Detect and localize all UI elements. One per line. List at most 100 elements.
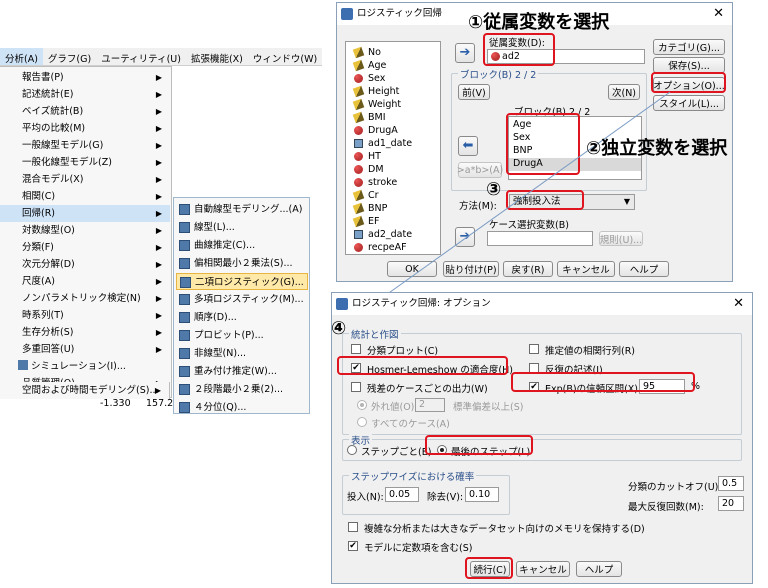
chevron-right-icon: ▶ <box>156 137 162 154</box>
menu-utilities[interactable]: ユーティリティ(U) <box>96 48 186 65</box>
max-iter-label: 最大反復回数(M): <box>628 499 704 513</box>
outliers-suffix: 標準偏差以上(S) <box>453 399 523 413</box>
menu-item-linear[interactable]: 線型(L)... <box>176 219 308 236</box>
menu-item-quantile[interactable]: ４分位(Q)... <box>176 399 308 416</box>
memory-label: 複雑な分析または大きなデータセット向けのメモリを保持する(D) <box>364 521 645 535</box>
cutoff-input[interactable]: 0.5 <box>718 476 744 491</box>
nominal-variable-icon <box>354 243 363 252</box>
menu-item-ordinal[interactable]: 順序(D)... <box>176 309 308 326</box>
nominal-variable-icon <box>354 74 363 83</box>
menu-item-multinomial[interactable]: 多項ロジスティック(M)... <box>176 291 308 308</box>
chevron-right-icon: ▶ <box>156 273 162 290</box>
scatter-icon <box>179 222 190 233</box>
pls-icon <box>179 258 190 269</box>
scale-variable-icon <box>353 99 365 111</box>
outliers-input[interactable]: 2 <box>415 398 445 412</box>
list-item[interactable]: EF <box>354 215 379 228</box>
chevron-right-icon: ▶ <box>156 188 162 205</box>
list-item[interactable]: Age <box>354 59 386 72</box>
chevron-right-icon: ▶ <box>156 324 162 341</box>
menu-item-curve[interactable]: 曲線推定(C)... <box>176 237 308 254</box>
menu-item-loglinear[interactable]: 対数線型(O)▶ <box>0 222 170 239</box>
menu-item-correlate[interactable]: 相関(C)▶ <box>0 188 170 205</box>
classification-plot-label: 分類プロット(C) <box>367 343 438 357</box>
help-button[interactable]: ヘルプ <box>576 561 622 577</box>
save-button[interactable]: 保存(S)... <box>653 57 725 73</box>
max-iter-input[interactable]: 20 <box>718 496 744 511</box>
two-stage-icon <box>179 384 190 395</box>
menu-item-genlin[interactable]: 一般化線型モデル(Z)▶ <box>0 154 170 171</box>
correlations-checkbox[interactable] <box>529 344 539 354</box>
menu-item-nonparametric[interactable]: ノンパラメトリック検定(N)▶ <box>0 290 170 307</box>
menu-item-scale[interactable]: 尺度(A)▶ <box>0 273 170 290</box>
scale-variable-icon <box>353 112 365 124</box>
menu-item-survival[interactable]: 生存分析(S)▶ <box>0 324 170 341</box>
classification-plot-checkbox[interactable] <box>351 344 361 354</box>
highlight-dependent <box>483 33 555 66</box>
simulation-icon <box>18 360 28 370</box>
menu-item-pls[interactable]: 偏相関最小２乗法(S)... <box>176 255 308 272</box>
chevron-right-icon: ▶ <box>156 69 162 86</box>
all-cases-label: すべてのケース(A) <box>371 416 450 430</box>
menu-item-glm[interactable]: 一般線型モデル(G)▶ <box>0 137 170 154</box>
menu-item-auto-linear[interactable]: 自動線型モデリング...(A) <box>176 201 308 218</box>
move-dependent-button[interactable]: ➔ <box>455 43 475 63</box>
correlations-label: 推定値の相関行列(R) <box>545 343 635 357</box>
cutoff-label: 分類のカットオフ(U): <box>628 479 722 493</box>
close-icon[interactable]: ✕ <box>733 293 744 315</box>
menu-item-binary-logistic[interactable]: 二項ロジスティック(G)... <box>176 273 308 290</box>
spss-app-icon <box>336 298 348 310</box>
chevron-right-icon: ▶ <box>156 239 162 256</box>
menu-item-regression[interactable]: 回帰(R)▶ <box>0 205 170 222</box>
menu-window[interactable]: ウィンドウ(W) <box>248 48 322 65</box>
list-item[interactable]: Cr <box>354 189 379 202</box>
list-item[interactable]: Sex <box>354 72 385 85</box>
outliers-radio[interactable] <box>357 400 367 410</box>
each-step-radio[interactable] <box>347 445 357 455</box>
menu-item-probit[interactable]: プロビット(P)... <box>176 327 308 344</box>
nominal-variable-icon <box>354 165 363 174</box>
menu-analyze[interactable]: 分析(A) <box>0 48 43 65</box>
menu-item-simulation[interactable]: シミュレーション(I)... <box>0 358 170 375</box>
menu-item-classify[interactable]: 分類(F)▶ <box>0 239 170 256</box>
menu-item-multiple-response[interactable]: 多重回答(U)▶ <box>0 341 170 358</box>
categorical-button[interactable]: カテゴリ(G)... <box>653 39 725 55</box>
menu-item-dimension[interactable]: 次元分解(D)▶ <box>0 256 170 273</box>
all-cases-radio[interactable] <box>357 417 367 427</box>
annotation-independent: ②独立変数を選択 <box>586 134 727 160</box>
menu-item-mixed[interactable]: 混合モデル(X)▶ <box>0 171 170 188</box>
list-item[interactable]: HT <box>354 150 381 163</box>
constant-checkbox[interactable]: ✔ <box>348 541 358 551</box>
menu-item-bayes[interactable]: ベイズ統計(B)▶ <box>0 103 170 120</box>
menubar: 分析(A) グラフ(G) ユーティリティ(U) 拡張機能(X) ウィンドウ(W) <box>0 48 322 66</box>
menu-item-spatial[interactable]: 空間および時間モデリング(S)...▶ <box>0 382 170 399</box>
arrow-right-icon: ➔ <box>460 45 471 60</box>
casewise-checkbox[interactable] <box>351 382 361 392</box>
connector-line <box>380 90 680 300</box>
menu-item-2sls[interactable]: ２段階最小２乗(2)... <box>176 381 308 398</box>
menu-extensions[interactable]: 拡張機能(X) <box>186 48 248 65</box>
menu-item-descriptives[interactable]: 記述統計(E)▶ <box>0 86 170 103</box>
menu-item-reports[interactable]: 報告書(P)▶ <box>0 69 170 86</box>
dialog-titlebar: ロジスティック回帰: オプション ✕ <box>332 293 752 315</box>
memory-checkbox[interactable] <box>348 522 358 532</box>
menu-item-nonlinear[interactable]: 非線型(N)... <box>176 345 308 362</box>
display-group: 表示 ステップごと(E) 最後のステップ(L) <box>342 439 742 461</box>
menu-item-weight-estimation[interactable]: 重み付け推定(W)... <box>176 363 308 380</box>
highlight-last-step <box>425 435 533 455</box>
removal-input[interactable]: 0.10 <box>465 487 499 502</box>
menu-item-compare-means[interactable]: 平均の比較(M)▶ <box>0 120 170 137</box>
scale-variable-icon <box>353 203 365 215</box>
menu-item-timeseries[interactable]: 時系列(T)▶ <box>0 307 170 324</box>
ordinal-icon <box>179 312 190 323</box>
chevron-right-icon: ▶ <box>156 341 162 358</box>
entry-input[interactable]: 0.05 <box>385 487 419 502</box>
data-cell: -1.330 <box>100 398 131 409</box>
quantile-icon <box>179 402 190 413</box>
probit-icon <box>179 330 190 341</box>
list-item[interactable]: No <box>354 46 381 59</box>
menu-graphs[interactable]: グラフ(G) <box>43 48 96 65</box>
close-icon[interactable]: ✕ <box>713 3 724 25</box>
regression-submenu: 自動線型モデリング...(A) 線型(L)... 曲線推定(C)... 偏相関最… <box>173 197 310 414</box>
cancel-button[interactable]: キャンセル <box>516 561 570 577</box>
